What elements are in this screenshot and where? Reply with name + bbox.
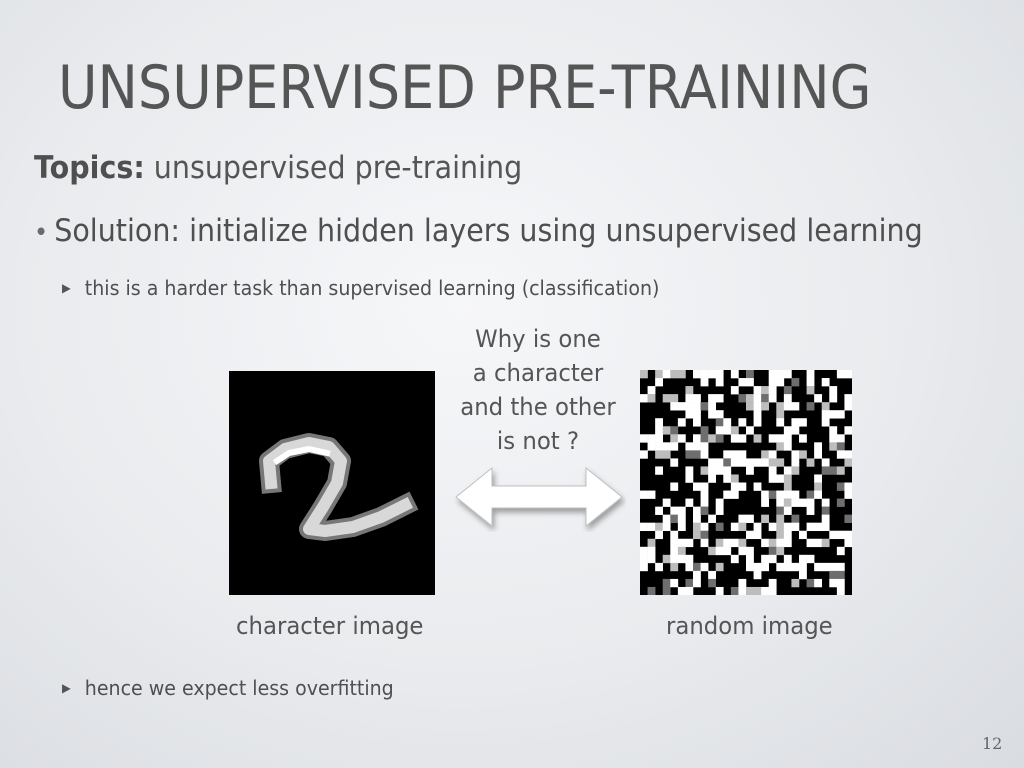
character-image [229,371,435,595]
random-image [640,370,852,595]
sub-bullet-2: ▶ hence we expect less overfitting [62,676,394,700]
topics-line: Topics: unsupervised pre-training [34,150,522,186]
question-line: a character [472,359,604,387]
triangle-bullet-icon: ▶ [62,681,71,695]
main-bullet: • Solution: initialize hidden layers usin… [34,213,923,249]
triangle-bullet-icon: ▶ [62,281,71,295]
bullet-text: Solution: initialize hidden layers using… [54,213,923,249]
double-arrow-icon [455,466,623,528]
sub-bullet-2-text: hence we expect less overfitting [84,676,394,700]
topics-text: unsupervised pre-training [144,150,523,186]
caption-random-image: random image [666,612,833,640]
caption-character-image: character image [236,612,424,640]
question-line: is not ? [496,427,580,455]
slide-title: UNSUPERVISED PRE-TRAINING [58,53,872,123]
topics-label: Topics: [34,150,145,186]
sub-bullet-1: ▶ this is a harder task than supervised l… [62,276,659,300]
question-text: Why is one a character and the other is … [443,322,633,458]
question-line: Why is one [475,325,601,353]
page-number: 12 [982,734,1003,753]
question-line: and the other [460,393,616,421]
bullet-marker: • [34,218,49,248]
sub-bullet-1-text: this is a harder task than supervised le… [84,276,660,300]
